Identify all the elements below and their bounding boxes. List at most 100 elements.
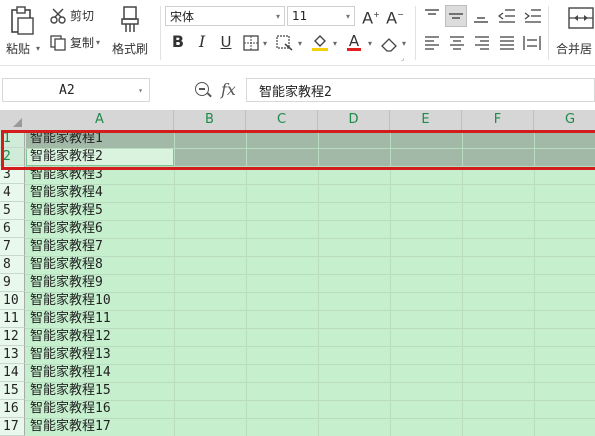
bold-icon[interactable]: B (170, 33, 186, 51)
row-header[interactable]: 12 (0, 328, 25, 346)
copy-label: 复制 (70, 36, 95, 50)
paste-button[interactable]: 粘贴 ▾ (4, 4, 40, 60)
justify-icon[interactable] (499, 36, 515, 50)
cell-a6[interactable]: 智能家教程6 (26, 220, 103, 238)
copy-button[interactable]: 复制 ▾ (50, 34, 100, 51)
row-header[interactable]: 11 (0, 310, 25, 328)
cell-a4[interactable]: 智能家教程4 (26, 184, 103, 202)
select-all-corner[interactable] (0, 110, 25, 130)
cell-a15[interactable]: 智能家教程15 (26, 382, 111, 400)
font-color-icon[interactable]: A (346, 31, 362, 53)
row-header[interactable]: 4 (0, 184, 25, 202)
row-header[interactable]: 17 (0, 418, 25, 436)
row-header[interactable]: 8 (0, 256, 25, 274)
cell-a8[interactable]: 智能家教程8 (26, 256, 103, 274)
column-header-g[interactable]: G (534, 110, 595, 130)
copy-dropdown-icon[interactable]: ▾ (96, 38, 100, 47)
cell-a7[interactable]: 智能家教程7 (26, 238, 103, 256)
indent-decrease-icon[interactable] (498, 8, 516, 24)
align-bottom-icon[interactable] (473, 8, 489, 24)
row-header[interactable]: 6 (0, 220, 25, 238)
paste-label: 粘贴 (6, 42, 31, 56)
eraser-icon[interactable] (380, 36, 398, 52)
chevron-down-icon: ▾ (275, 11, 280, 21)
font-name-value: 宋体 (170, 9, 195, 24)
chevron-down-icon: ▾ (345, 11, 350, 21)
fill-color-icon[interactable] (311, 33, 329, 51)
italic-icon[interactable]: I (194, 33, 210, 51)
copy-icon (50, 34, 66, 51)
gridline (462, 130, 463, 436)
indent-increase-icon[interactable] (524, 8, 542, 24)
border-icon[interactable] (243, 35, 259, 51)
chevron-down-icon[interactable]: ▾ (402, 39, 406, 48)
cell-a11[interactable]: 智能家教程11 (26, 310, 111, 328)
font-size-select[interactable]: 11 ▾ (287, 6, 355, 26)
merge-icon (568, 7, 594, 29)
formula-bar: A2 ▾ fx 智能家教程2 (0, 74, 595, 106)
font-grow-icon[interactable]: A+ (362, 6, 380, 27)
cell-a9[interactable]: 智能家教程9 (26, 274, 103, 292)
row-header[interactable]: 7 (0, 238, 25, 256)
column-header-d[interactable]: D (318, 110, 390, 130)
column-header-b[interactable]: B (174, 110, 246, 130)
cut-button[interactable]: 剪切 (50, 7, 94, 24)
column-header-f[interactable]: F (462, 110, 534, 130)
font-shrink-icon[interactable]: A− (386, 6, 404, 27)
name-box-value: A2 (59, 82, 75, 98)
row-header[interactable]: 13 (0, 346, 25, 364)
paste-icon (11, 6, 34, 35)
gridline (246, 130, 247, 436)
align-top-icon[interactable] (424, 8, 440, 24)
chevron-down-icon[interactable]: ▾ (333, 39, 337, 48)
row-header[interactable]: 16 (0, 400, 25, 418)
chevron-down-icon[interactable]: ▾ (263, 39, 267, 48)
format-painter-button[interactable]: 格式刷 (110, 4, 154, 60)
column-header-a[interactable]: A (26, 110, 174, 130)
ribbon-separator (415, 6, 416, 60)
font-size-value: 11 (292, 9, 308, 23)
merge-label: 合并居 (556, 42, 593, 56)
formula-value: 智能家教程2 (259, 84, 332, 100)
gridline (318, 130, 319, 436)
clear-format-icon[interactable] (276, 35, 294, 51)
chevron-down-icon[interactable]: ▾ (138, 86, 143, 95)
align-center-icon[interactable] (449, 36, 465, 50)
formula-input[interactable]: 智能家教程2 (246, 78, 595, 102)
align-middle-icon[interactable] (445, 5, 467, 27)
gridline (174, 130, 175, 436)
font-name-select[interactable]: 宋体 ▾ (165, 6, 285, 26)
paste-dropdown-icon[interactable]: ▾ (36, 44, 40, 53)
row-header[interactable]: 5 (0, 202, 25, 220)
zoom-icon[interactable] (195, 82, 209, 96)
scissors-icon (50, 8, 66, 24)
row-header[interactable]: 10 (0, 292, 25, 310)
distributed-icon[interactable] (523, 35, 541, 51)
column-header-c[interactable]: C (246, 110, 318, 130)
cell-a16[interactable]: 智能家教程16 (26, 400, 111, 418)
merge-button[interactable]: 合并居 (554, 4, 595, 60)
cell-a17[interactable]: 智能家教程17 (26, 418, 111, 436)
cell-a13[interactable]: 智能家教程13 (26, 346, 111, 364)
gridline (534, 130, 535, 436)
chevron-down-icon[interactable]: ▾ (368, 39, 372, 48)
name-box[interactable]: A2 ▾ (2, 78, 150, 102)
align-right-icon[interactable] (474, 36, 490, 50)
chevron-down-icon[interactable]: ▾ (298, 39, 302, 48)
underline-icon[interactable]: U (218, 33, 234, 51)
cell-a12[interactable]: 智能家教程12 (26, 328, 111, 346)
cell-a14[interactable]: 智能家教程14 (26, 364, 111, 382)
ribbon-separator (160, 6, 161, 60)
cut-label: 剪切 (70, 9, 95, 23)
fx-icon[interactable]: fx (221, 80, 236, 99)
cell-a5[interactable]: 智能家教程5 (26, 202, 103, 220)
cell-a10[interactable]: 智能家教程10 (26, 292, 111, 310)
row-header[interactable]: 15 (0, 382, 25, 400)
font-dialog-launcher-icon[interactable]: ⌟ (401, 54, 404, 62)
column-header-e[interactable]: E (390, 110, 462, 130)
align-left-icon[interactable] (424, 36, 440, 50)
spreadsheet-grid[interactable]: A B C D E F G 1 智能家教程1 2 智能家教程2 3 智能家教程3… (0, 110, 595, 436)
row-header[interactable]: 9 (0, 274, 25, 292)
highlight-annotation-box (1, 130, 595, 170)
row-header[interactable]: 14 (0, 364, 25, 382)
